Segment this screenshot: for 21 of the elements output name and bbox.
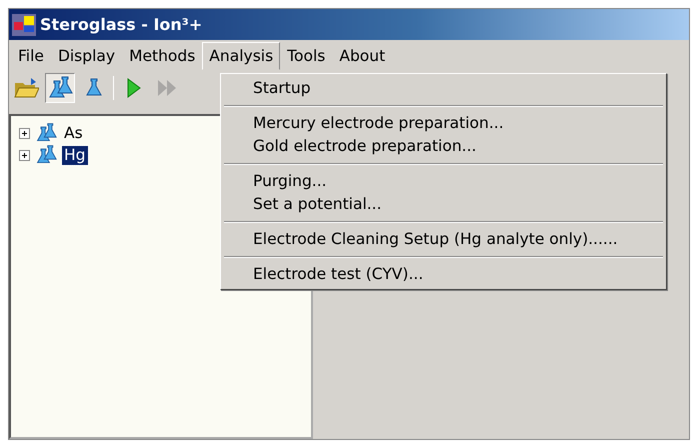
expand-icon[interactable] xyxy=(19,150,30,160)
menu-item[interactable]: Mercury electrode preparation... xyxy=(223,112,664,135)
menu-item[interactable]: Gold electrode preparation... xyxy=(223,135,664,158)
menu-item[interactable]: Methods xyxy=(122,42,202,70)
app-icon xyxy=(12,14,36,36)
menu-item[interactable]: Display xyxy=(50,42,122,70)
menu-item[interactable]: Set a potential... xyxy=(223,193,664,216)
menu-item[interactable]: Tools xyxy=(280,42,332,70)
tree-item[interactable]: Hg xyxy=(62,146,88,164)
menu-item[interactable]: File xyxy=(11,42,51,70)
menu-item[interactable]: About xyxy=(332,42,392,70)
menu-item[interactable]: Purging... xyxy=(223,170,664,193)
window-title: Steroglass - Ion³+ xyxy=(40,14,202,36)
tree-item[interactable]: As xyxy=(62,124,85,142)
menu-item[interactable]: Electrode test (CYV)... xyxy=(223,263,664,286)
menu-item[interactable]: Electrode Cleaning Setup (Hg analyte only)...... xyxy=(223,228,664,251)
menu-item[interactable]: Analysis xyxy=(202,42,280,70)
flasks-icon xyxy=(34,144,58,166)
expand-icon[interactable] xyxy=(19,128,30,138)
menu-item[interactable]: Startup xyxy=(223,77,664,100)
flasks-icon xyxy=(34,122,58,144)
